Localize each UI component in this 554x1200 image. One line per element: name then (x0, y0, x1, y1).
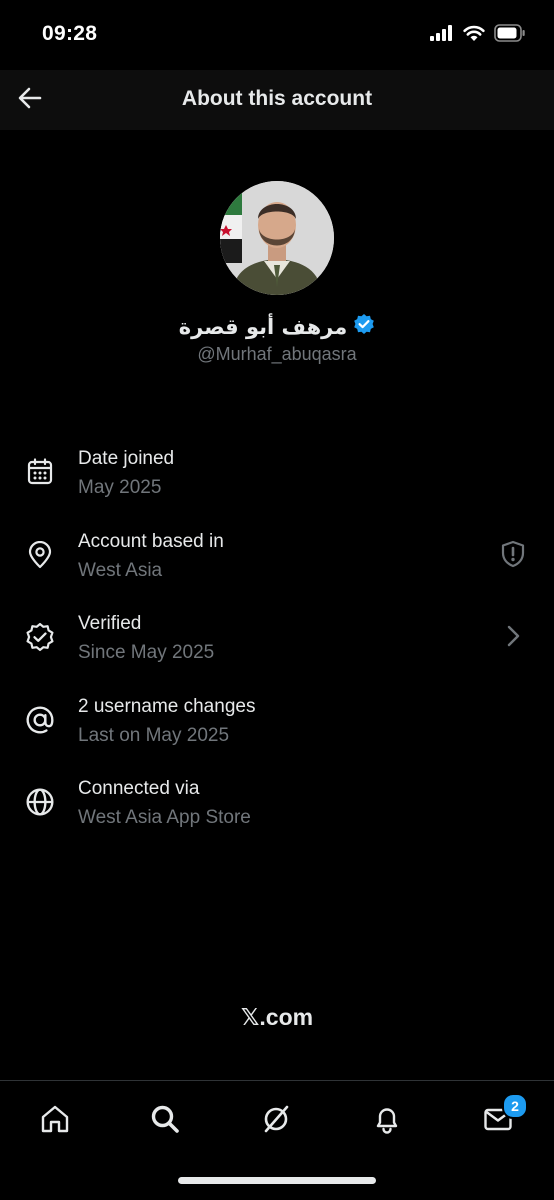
info-row-verified[interactable]: Verified Since May 2025 (0, 605, 554, 671)
status-icons (430, 24, 526, 47)
display-name: مرهف أبو قصرة (178, 314, 348, 339)
info-row-account-based-in: Account based in West Asia (0, 523, 554, 589)
status-time: 09:28 (42, 22, 98, 45)
globe-icon (24, 786, 56, 818)
x-com-link[interactable]: 𝕏.com (0, 1004, 554, 1031)
verified-badge-icon (353, 313, 375, 340)
info-subtitle: West Asia App Store (78, 807, 251, 828)
info-subtitle: Since May 2025 (78, 642, 215, 663)
handle: @Murhaf_abuqasra (197, 344, 357, 364)
avatar[interactable] (220, 181, 334, 295)
info-subtitle: Last on May 2025 (78, 725, 230, 746)
chevron-right-icon (498, 621, 528, 651)
info-subtitle: West Asia (78, 560, 163, 581)
info-row-username-changes: 2 username changes Last on May 2025 (0, 688, 554, 754)
verified-outline-icon (24, 621, 56, 653)
info-subtitle: May 2025 (78, 477, 162, 498)
at-sign-icon (24, 704, 56, 736)
home-indicator[interactable] (178, 1177, 376, 1184)
location-pin-icon (24, 539, 56, 571)
info-title: 2 username changes (78, 696, 256, 717)
info-title: Date joined (78, 448, 175, 469)
home-icon[interactable] (35, 1099, 75, 1139)
info-title: Account based in (78, 531, 224, 552)
calendar-icon (24, 456, 56, 488)
page-title: About this account (181, 87, 373, 110)
notifications-icon[interactable] (367, 1099, 407, 1139)
battery-icon (494, 24, 526, 47)
wifi-icon (462, 24, 486, 47)
info-title: Verified (78, 613, 142, 634)
messages-badge: 2 (502, 1093, 528, 1119)
grok-icon[interactable] (256, 1099, 296, 1139)
cellular-signal-icon (430, 25, 454, 46)
info-row-connected-via: Connected via West Asia App Store (0, 770, 554, 836)
header: About this account (0, 70, 554, 130)
info-title: Connected via (78, 778, 200, 799)
search-icon[interactable] (145, 1099, 185, 1139)
shield-alert-icon[interactable] (498, 539, 528, 569)
messages-icon[interactable]: 2 (478, 1093, 528, 1139)
display-name-row: مرهف أبو قصرة (0, 313, 554, 340)
info-row-date-joined: Date joined May 2025 (0, 440, 554, 506)
status-bar: 09:28 (0, 0, 554, 70)
